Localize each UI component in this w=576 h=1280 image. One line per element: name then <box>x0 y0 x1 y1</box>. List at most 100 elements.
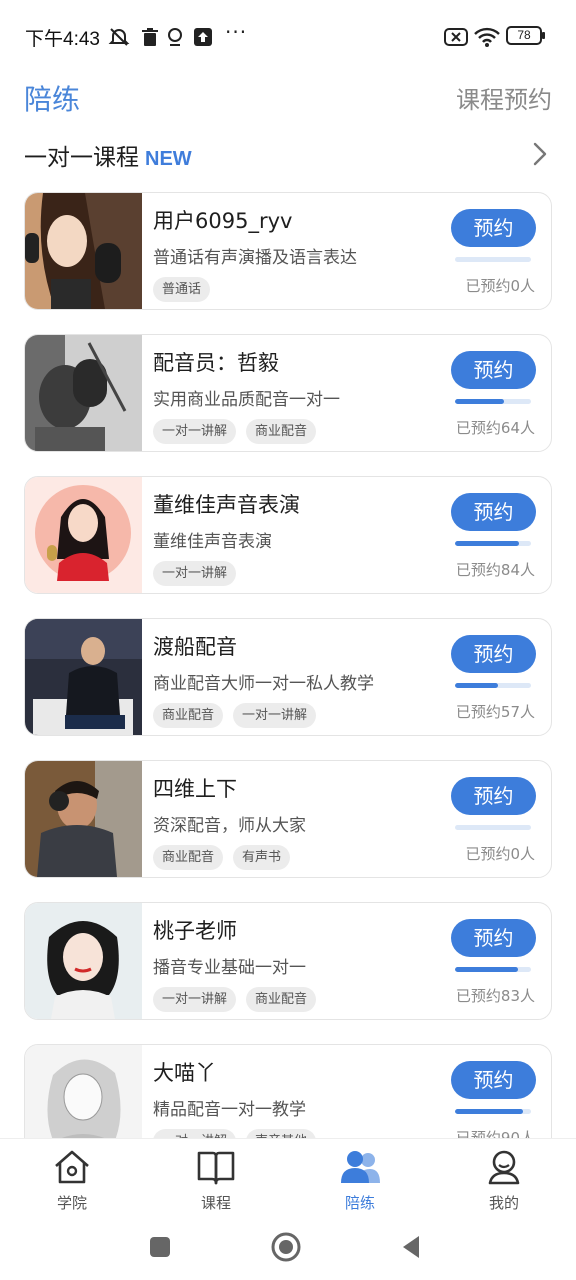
tag: 一对一讲解 <box>153 561 237 586</box>
tag-list: 一对一讲解 声音其他 <box>153 1129 317 1138</box>
tag: 一对一讲解 <box>153 987 237 1012</box>
course-card[interactable]: 渡船配音 商业配音大师一对一私人教学 商业配音 一对一讲解 预约 已预约57人 <box>24 618 552 736</box>
book-button[interactable]: 预约 <box>451 635 536 673</box>
progress-fill <box>455 683 499 688</box>
tag: 商业配音 <box>153 703 224 728</box>
section-title: 一对一课程 NEW <box>24 145 192 171</box>
book-button[interactable]: 预约 <box>451 919 536 957</box>
nav-profile[interactable]: 我的 <box>432 1139 576 1223</box>
booking-progress-bar <box>455 257 531 262</box>
teacher-avatar <box>25 477 142 593</box>
tag: 有声书 <box>233 845 291 870</box>
course-card[interactable]: 大喵丫 精品配音一对一教学 一对一讲解 声音其他 预约 已预约90人 <box>24 1044 552 1138</box>
book-button[interactable]: 预约 <box>451 493 536 531</box>
course-description: 精品配音一对一教学 <box>153 1100 306 1120</box>
teacher-name: 四维上下 <box>153 777 237 801</box>
home-icon <box>55 1150 89 1184</box>
bottom-nav: 学院 课程 陪练 我的 <box>0 1138 576 1222</box>
teacher-avatar <box>25 1045 142 1138</box>
tag: 商业配音 <box>246 419 317 444</box>
course-card[interactable]: 董维佳声音表演 董维佳声音表演 一对一讲解 预约 已预约84人 <box>24 476 552 594</box>
book-button[interactable]: 预约 <box>451 1061 536 1099</box>
tag-list: 普通话 <box>153 277 211 302</box>
course-description: 播音专业基础一对一 <box>153 958 306 978</box>
tag-list: 一对一讲解 商业配音 <box>153 987 317 1012</box>
no-sim-icon <box>444 28 468 46</box>
nav-label: 课程 <box>200 1194 231 1212</box>
battery-icon: 78 <box>506 26 545 45</box>
book-icon <box>197 1151 235 1185</box>
booked-count: 已预约57人 <box>455 703 535 721</box>
teacher-name: 用户6095_ryv <box>153 209 293 233</box>
tag: 一对一讲解 <box>153 1129 237 1138</box>
user-icon <box>488 1150 520 1185</box>
book-button[interactable]: 预约 <box>451 351 536 389</box>
teacher-avatar <box>25 761 142 877</box>
people-icon <box>341 1151 380 1183</box>
one-on-one-section-header[interactable]: 一对一课程 NEW <box>0 134 576 174</box>
tag-list: 一对一讲解 <box>153 561 237 586</box>
tag: 商业配音 <box>153 845 224 870</box>
system-nav-bar <box>0 1222 576 1280</box>
more-status-icon: ··· <box>225 20 248 44</box>
course-booking-link[interactable]: 课程预约 <box>456 80 552 115</box>
nav-courses[interactable]: 课程 <box>144 1139 288 1223</box>
status-bar: 下午4:43 ··· 78 <box>0 0 576 72</box>
teacher-name: 桃子老师 <box>153 919 237 943</box>
app-header: 陪练 课程预约 <box>0 72 576 124</box>
course-description: 商业配音大师一对一私人教学 <box>153 674 374 694</box>
nav-academy[interactable]: 学院 <box>0 1139 144 1223</box>
tag-list: 商业配音 一对一讲解 <box>153 703 317 728</box>
tag: 声音其他 <box>246 1129 317 1138</box>
booking-progress-bar <box>455 825 531 830</box>
teacher-name: 配音员：哲毅 <box>153 351 279 375</box>
booked-count: 已预约83人 <box>455 987 535 1005</box>
course-description: 实用商业品质配音一对一 <box>153 390 340 410</box>
teacher-name: 渡船配音 <box>153 635 237 659</box>
booked-count: 已预约90人 <box>455 1129 535 1138</box>
trash-icon <box>142 28 158 46</box>
progress-fill <box>455 399 504 404</box>
location-icon <box>168 28 182 46</box>
progress-fill <box>455 541 519 546</box>
course-card[interactable]: 桃子老师 播音专业基础一对一 一对一讲解 商业配音 预约 已预约83人 <box>24 902 552 1020</box>
teacher-avatar <box>25 193 142 309</box>
new-badge: NEW <box>145 148 192 170</box>
booking-progress-bar <box>455 541 531 546</box>
course-description: 资深配音，师从大家 <box>153 816 306 836</box>
chevron-right-icon[interactable] <box>530 140 550 168</box>
nav-practice[interactable]: 陪练 <box>288 1139 432 1223</box>
tag: 一对一讲解 <box>153 419 237 444</box>
home-button-icon[interactable] <box>271 1232 301 1262</box>
upload-icon <box>194 28 212 46</box>
mute-alarm-icon <box>108 28 130 46</box>
tag-list: 商业配音 有声书 <box>153 845 291 870</box>
back-icon[interactable] <box>397 1232 427 1262</box>
nav-label: 陪练 <box>344 1194 375 1212</box>
tag: 一对一讲解 <box>233 703 317 728</box>
booking-progress-bar <box>455 1109 531 1114</box>
course-card[interactable]: 配音员：哲毅 实用商业品质配音一对一 一对一讲解 商业配音 预约 已预约64人 <box>24 334 552 452</box>
book-button[interactable]: 预约 <box>451 209 536 247</box>
booked-count: 已预约0人 <box>465 845 535 863</box>
nav-label: 我的 <box>488 1194 519 1212</box>
tag-list: 一对一讲解 商业配音 <box>153 419 317 444</box>
teacher-avatar <box>25 335 142 451</box>
teacher-avatar <box>25 903 142 1019</box>
course-description: 董维佳声音表演 <box>153 532 272 552</box>
recent-apps-icon[interactable] <box>145 1232 175 1262</box>
page-title: 陪练 <box>24 83 81 116</box>
booked-count: 已预约64人 <box>455 419 535 437</box>
course-card[interactable]: 用户6095_ryv 普通话有声演播及语言表达 普通话 预约 已预约0人 <box>24 192 552 310</box>
course-description: 普通话有声演播及语言表达 <box>153 248 357 268</box>
teacher-name: 董维佳声音表演 <box>153 493 300 517</box>
nav-label: 学院 <box>56 1194 87 1212</box>
booking-progress-bar <box>455 683 531 688</box>
booking-progress-bar <box>455 399 531 404</box>
wifi-icon <box>474 27 500 47</box>
book-button[interactable]: 预约 <box>451 777 536 815</box>
course-list: 用户6095_ryv 普通话有声演播及语言表达 普通话 预约 已预约0人 配音员… <box>24 192 552 1138</box>
booking-progress-bar <box>455 967 531 972</box>
tag: 商业配音 <box>246 987 317 1012</box>
course-card[interactable]: 四维上下 资深配音，师从大家 商业配音 有声书 预约 已预约0人 <box>24 760 552 878</box>
